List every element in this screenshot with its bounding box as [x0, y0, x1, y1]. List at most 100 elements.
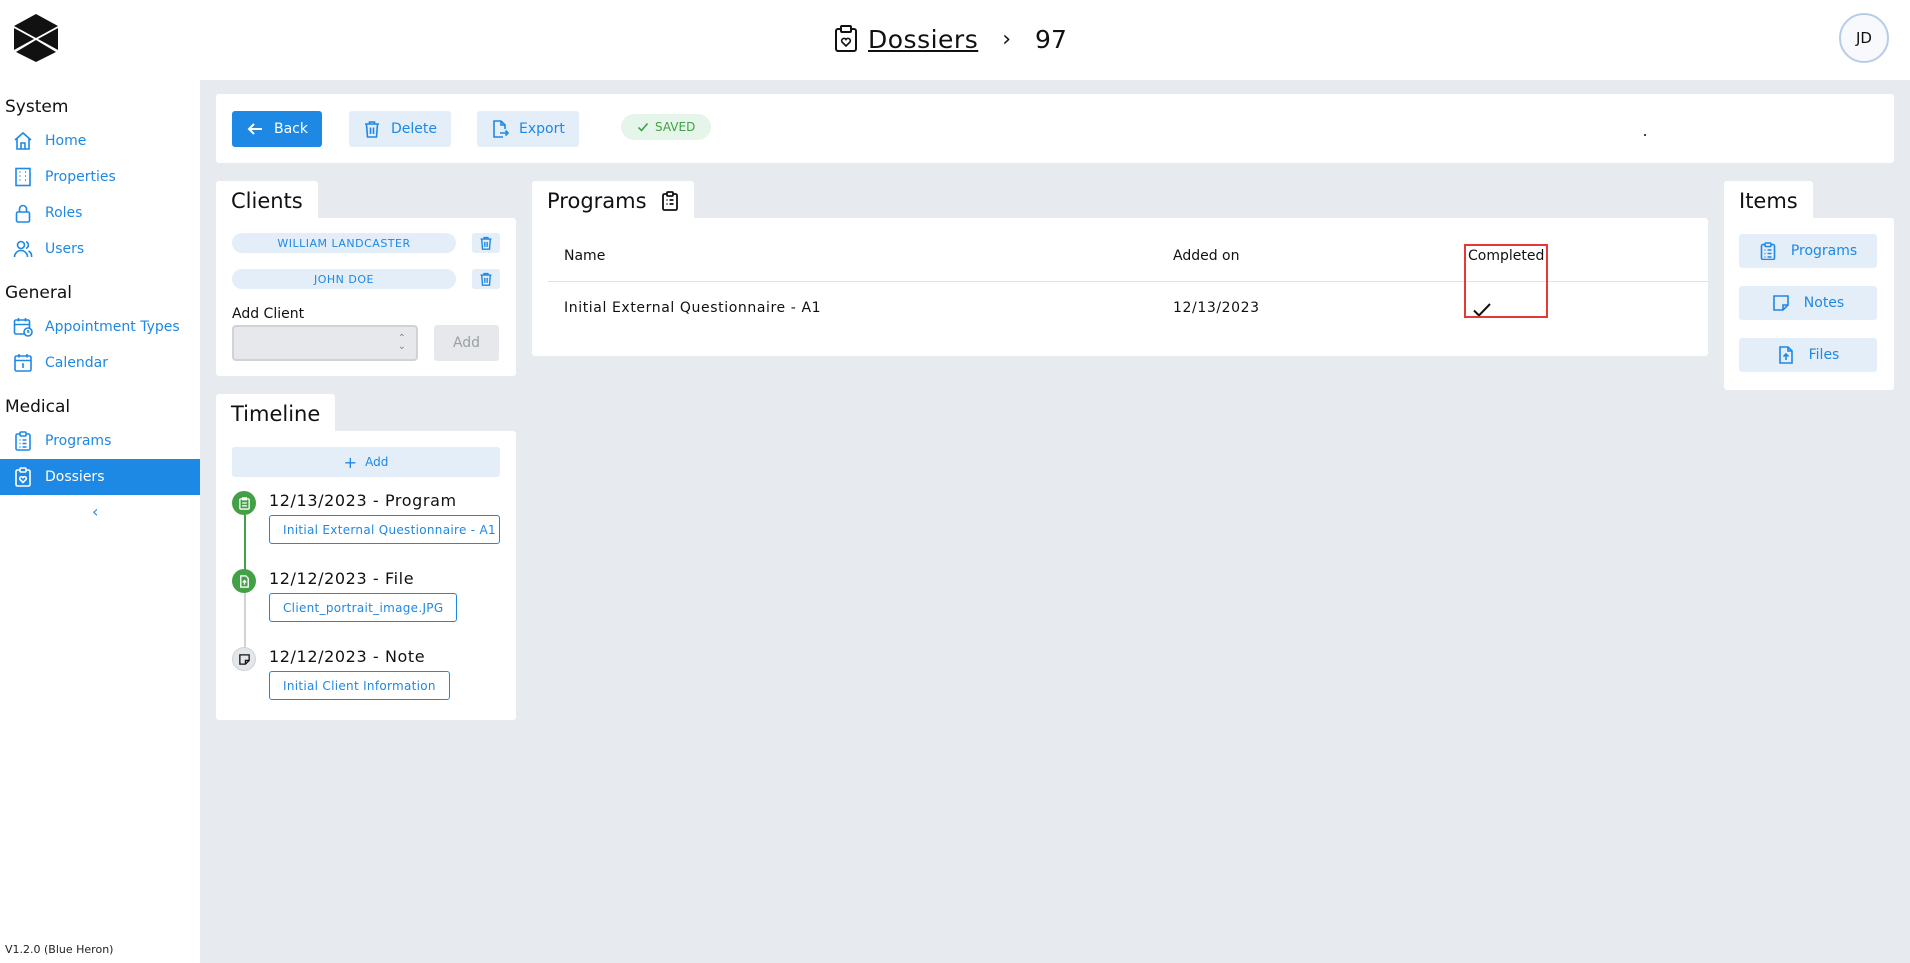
- sidebar-item-label: Appointment Types: [45, 319, 180, 335]
- items-files-button[interactable]: Files: [1739, 338, 1877, 372]
- sidebar-item-label: Programs: [45, 433, 112, 449]
- add-client-select[interactable]: ⌃ ⌄: [232, 325, 418, 361]
- items-programs-button[interactable]: Programs: [1739, 234, 1877, 268]
- avatar[interactable]: JD: [1839, 13, 1889, 63]
- breadcrumb-dossiers-link[interactable]: Dossiers: [868, 25, 978, 54]
- timeline-entry-title: 12/12/2023 - Note: [269, 647, 426, 666]
- sidebar-item-properties[interactable]: Properties: [0, 159, 200, 195]
- sidebar-item-label: Dossiers: [45, 469, 105, 485]
- sidebar-item-dossiers[interactable]: Dossiers: [0, 459, 200, 495]
- sidebar-item-users[interactable]: Users: [0, 231, 200, 267]
- calendar-icon: [13, 353, 33, 373]
- top-bar: Dossiers › 97 JD: [0, 0, 1910, 80]
- program-name-cell[interactable]: Initial External Questionnaire - A1: [564, 300, 821, 316]
- clipboard-icon: [13, 431, 33, 451]
- remove-client-button[interactable]: [472, 269, 500, 289]
- clipboard-icon: [1759, 242, 1777, 260]
- breadcrumb-record-id: 97: [1035, 24, 1067, 54]
- file-export-icon: [491, 120, 509, 138]
- sidebar-item-programs[interactable]: Programs: [0, 423, 200, 459]
- back-button-label: Back: [274, 121, 308, 137]
- clipboard-icon[interactable]: [661, 190, 679, 211]
- plus-icon: +: [343, 452, 358, 472]
- nav-section-medical: Medical: [5, 397, 71, 417]
- timeline-entry-link[interactable]: Initial Client Information: [269, 671, 450, 700]
- timeline-add-button[interactable]: + Add: [232, 447, 500, 477]
- file-upload-icon: [238, 574, 251, 588]
- items-programs-label: Programs: [1790, 243, 1858, 259]
- calendar-clock-icon: [13, 317, 33, 337]
- timeline-note-marker: [232, 647, 256, 671]
- trash-icon: [363, 120, 381, 138]
- add-client-button[interactable]: Add: [434, 325, 499, 361]
- app-version: V1.2.0 (Blue Heron): [5, 943, 114, 956]
- timeline-panel: + Add 12/13/2023 - Program Initial Exter…: [216, 431, 516, 720]
- select-chevron-icon: ⌃ ⌄: [397, 333, 406, 352]
- sidebar-item-appointment-types[interactable]: Appointment Types: [0, 309, 200, 345]
- clipboard-icon: [238, 496, 251, 510]
- note-icon: [1772, 294, 1790, 312]
- timeline-file-marker: [232, 569, 256, 593]
- sidebar: System Home Properties Roles Users Gener…: [0, 80, 200, 963]
- decorative-dot: [1644, 134, 1646, 136]
- collapse-sidebar-button[interactable]: ‹: [92, 502, 98, 521]
- back-button[interactable]: Back: [232, 111, 322, 147]
- column-header-added-on[interactable]: Added on: [1173, 248, 1240, 264]
- programs-panel: Name Added on Completed Initial External…: [532, 218, 1708, 356]
- items-files-label: Files: [1808, 347, 1840, 363]
- building-icon: [13, 167, 33, 187]
- sidebar-item-label: Roles: [45, 205, 83, 221]
- completed-column-highlight: [1464, 244, 1548, 318]
- nav-section-system: System: [5, 97, 69, 117]
- app-logo[interactable]: [14, 14, 58, 62]
- items-tab: Items: [1724, 181, 1813, 220]
- timeline-title: Timeline: [231, 401, 321, 426]
- column-header-name[interactable]: Name: [564, 248, 605, 264]
- sidebar-item-calendar[interactable]: Calendar: [0, 345, 200, 381]
- arrow-left-icon: [246, 120, 264, 138]
- clients-title: Clients: [231, 188, 303, 213]
- check-icon: [637, 121, 649, 133]
- export-button-label: Export: [519, 121, 565, 137]
- saved-status-label: SAVED: [655, 120, 696, 134]
- home-icon: [13, 131, 33, 151]
- remove-client-button[interactable]: [472, 233, 500, 253]
- client-chip-john-doe[interactable]: JOHN DOE: [232, 269, 456, 289]
- sidebar-item-roles[interactable]: Roles: [0, 195, 200, 231]
- clients-tab: Clients: [216, 181, 318, 220]
- sidebar-item-label: Home: [45, 133, 87, 149]
- timeline-program-marker: [232, 491, 256, 515]
- note-icon: [238, 653, 251, 666]
- programs-title: Programs: [547, 188, 647, 213]
- users-icon: [13, 239, 33, 259]
- clipboard-heart-icon: [13, 467, 33, 487]
- nav-section-general: General: [5, 283, 72, 303]
- timeline-add-label: Add: [365, 455, 389, 469]
- sidebar-item-label: Users: [45, 241, 85, 257]
- delete-button-label: Delete: [391, 121, 437, 137]
- main-content: Back Delete Export SAVED Clients WILLIAM…: [200, 80, 1910, 963]
- breadcrumb: Dossiers › 97: [834, 20, 1067, 58]
- breadcrumb-separator: ›: [1002, 26, 1012, 52]
- export-button[interactable]: Export: [477, 111, 579, 147]
- action-toolbar: Back Delete Export SAVED: [216, 94, 1894, 163]
- items-panel: Programs Notes Files: [1724, 218, 1894, 390]
- sidebar-item-label: Calendar: [45, 355, 108, 371]
- saved-status-badge: SAVED: [621, 114, 712, 140]
- sidebar-item-home[interactable]: Home: [0, 123, 200, 159]
- lock-icon: [13, 203, 33, 223]
- programs-tab: Programs: [532, 181, 694, 220]
- timeline-entry-link[interactable]: Initial External Questionnaire - A1: [269, 515, 500, 544]
- items-title: Items: [1739, 188, 1798, 213]
- add-client-label: Add Client: [232, 306, 305, 322]
- timeline-tab: Timeline: [216, 394, 336, 433]
- file-upload-icon: [1777, 346, 1795, 364]
- clients-panel: WILLIAM LANDCASTER JOHN DOE Add Client ⌃…: [216, 218, 516, 376]
- timeline-entry-title: 12/12/2023 - File: [269, 569, 415, 588]
- client-chip-william-landcaster[interactable]: WILLIAM LANDCASTER: [232, 233, 456, 253]
- program-added-on-cell: 12/13/2023: [1173, 300, 1260, 316]
- delete-button[interactable]: Delete: [349, 111, 451, 147]
- items-notes-button[interactable]: Notes: [1739, 286, 1877, 320]
- timeline-entry-link[interactable]: Client_portrait_image.JPG: [269, 593, 458, 622]
- sidebar-item-label: Properties: [45, 169, 116, 185]
